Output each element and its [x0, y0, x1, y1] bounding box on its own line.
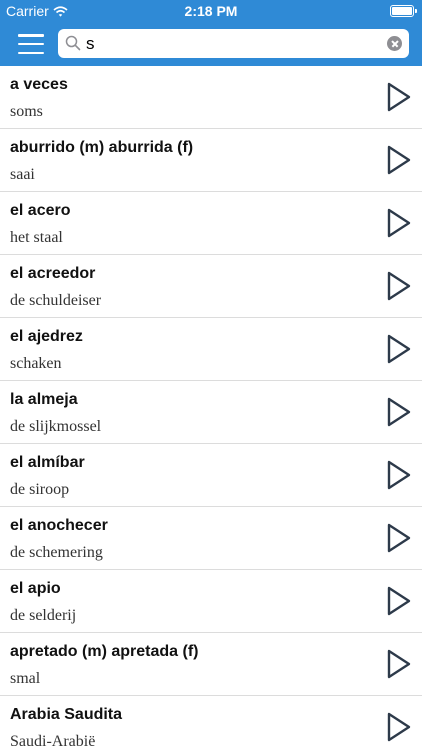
play-icon[interactable]	[386, 396, 412, 428]
list-item[interactable]: a veces soms	[0, 66, 422, 129]
translation-label: smal	[10, 670, 41, 687]
status-bar: Carrier 2:18 PM	[0, 0, 422, 22]
translation-label: de siroop	[10, 481, 70, 498]
list-item[interactable]: apretado (m) apretada (f) smal	[0, 633, 422, 696]
navigation-bar: Carrier 2:18 PM	[0, 0, 422, 66]
translation-label: het staal	[10, 229, 63, 246]
list-item[interactable]: el acreedor de schuldeiser	[0, 255, 422, 318]
term-label: aburrido (m) aburrida (f)	[10, 139, 194, 156]
translation-label: Saudi-Arabië	[10, 733, 96, 750]
list-item[interactable]: aburrido (m) aburrida (f) saai	[0, 129, 422, 192]
play-icon[interactable]	[386, 333, 412, 365]
play-icon[interactable]	[386, 144, 412, 176]
list-item[interactable]: el anochecer de schemering	[0, 507, 422, 570]
term-label: apretado (m) apretada (f)	[10, 643, 199, 660]
list-item[interactable]: la almeja de slijkmossel	[0, 381, 422, 444]
list-item[interactable]: el almíbar de siroop	[0, 444, 422, 507]
play-icon[interactable]	[386, 270, 412, 302]
translation-label: de schemering	[10, 544, 103, 561]
list-item[interactable]: el apio de selderij	[0, 570, 422, 633]
play-icon[interactable]	[386, 522, 412, 554]
translation-label: de slijkmossel	[10, 418, 102, 435]
battery-icon	[390, 5, 417, 17]
term-label: el almíbar	[10, 454, 85, 471]
translation-label: soms	[10, 103, 43, 120]
status-time: 2:18 PM	[184, 3, 238, 19]
play-icon[interactable]	[386, 207, 412, 239]
term-label: Arabia Saudita	[10, 706, 123, 723]
translation-label: de selderij	[10, 607, 77, 624]
search-bar[interactable]	[58, 29, 409, 58]
translation-label: de schuldeiser	[10, 292, 102, 309]
term-label: la almeja	[10, 391, 78, 408]
play-icon[interactable]	[386, 81, 412, 113]
term-label: a veces	[10, 76, 68, 93]
list-item[interactable]: Arabia Saudita Saudi-Arabië	[0, 696, 422, 750]
term-label: el acero	[10, 202, 71, 219]
vocabulary-list: a veces soms aburrido (m) aburrida (f) s…	[0, 66, 422, 750]
play-icon[interactable]	[386, 459, 412, 491]
term-label: el ajedrez	[10, 328, 83, 345]
clear-search-icon[interactable]	[387, 36, 402, 51]
play-icon[interactable]	[386, 585, 412, 617]
list-item[interactable]: el acero het staal	[0, 192, 422, 255]
term-label: el anochecer	[10, 517, 108, 534]
hamburger-menu-icon[interactable]	[18, 34, 44, 54]
translation-label: schaken	[10, 355, 62, 372]
play-icon[interactable]	[386, 711, 412, 743]
magnifier-icon	[65, 35, 81, 51]
list-item[interactable]: el ajedrez schaken	[0, 318, 422, 381]
term-label: el acreedor	[10, 265, 96, 282]
translation-label: saai	[10, 166, 35, 183]
play-icon[interactable]	[386, 648, 412, 680]
term-label: el apio	[10, 580, 61, 597]
search-input[interactable]	[86, 33, 376, 54]
